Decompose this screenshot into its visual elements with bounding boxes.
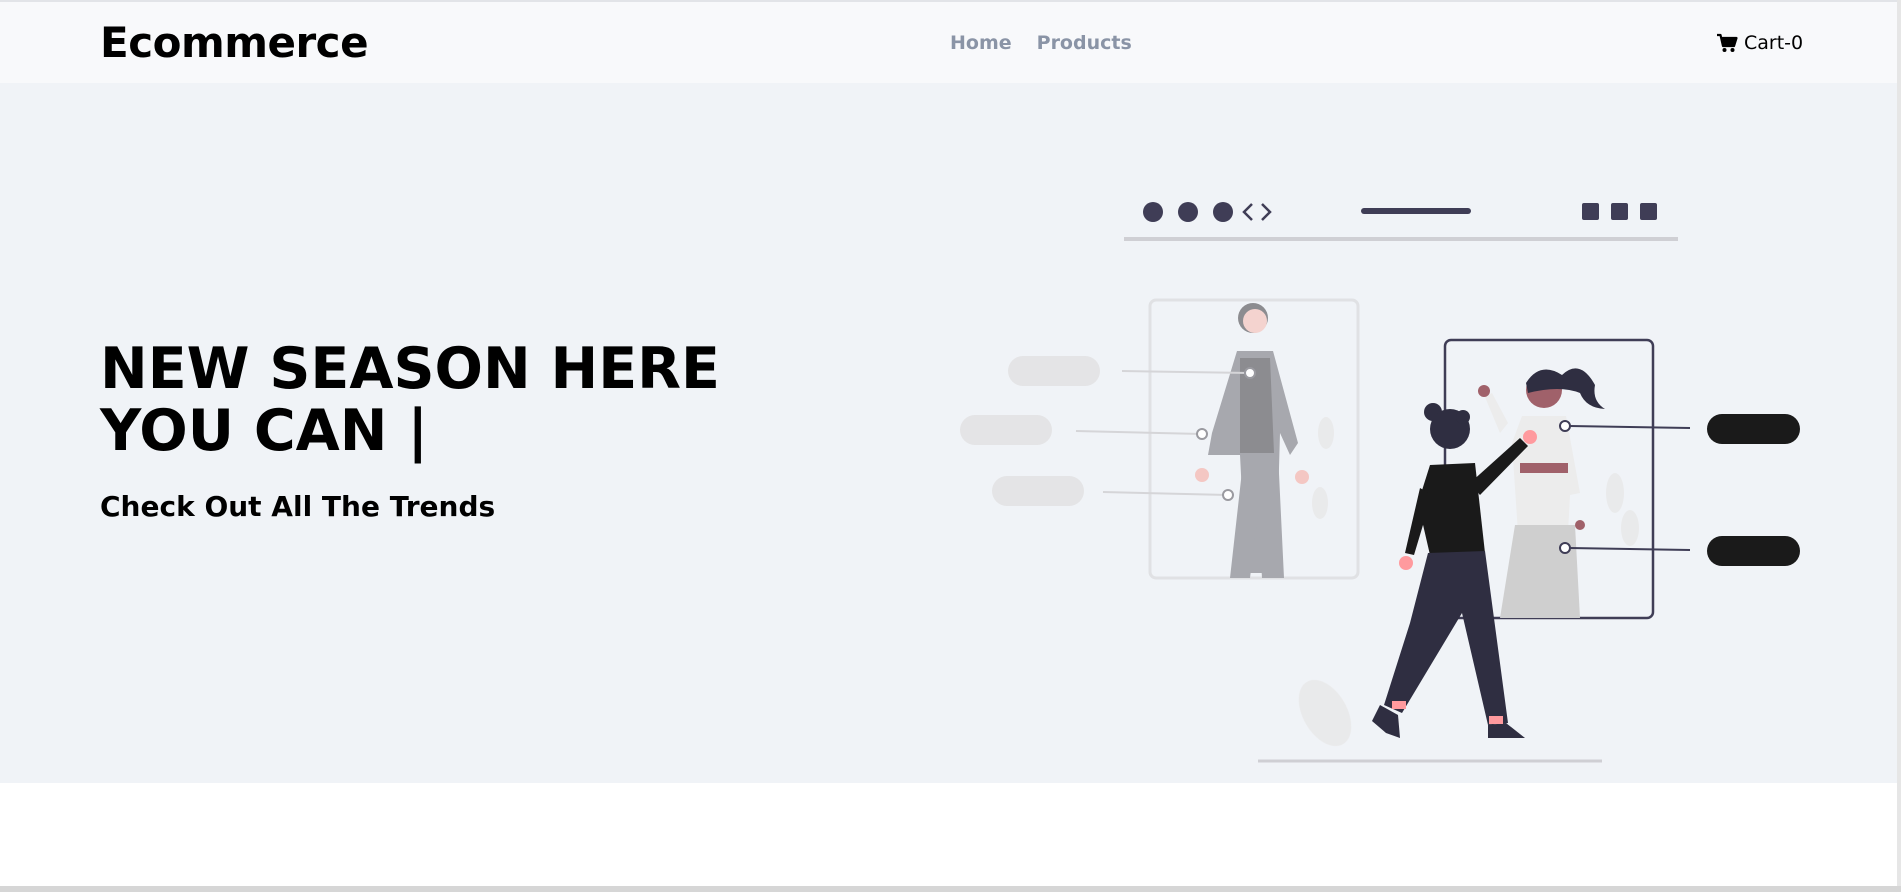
hero-subtitle: Check Out All The Trends xyxy=(100,490,496,523)
right-outfit-frame xyxy=(1443,338,1800,620)
horizontal-scrollbar[interactable] xyxy=(0,886,1901,892)
navbar: Ecommerce Home Products Cart-0 xyxy=(0,0,1901,83)
hero-section: NEW SEASON HERE YOU CAN | Check Out All … xyxy=(0,83,1901,783)
left-outfit-frame xyxy=(960,298,1360,580)
cart-label: Cart-0 xyxy=(1744,32,1804,54)
nav-link-products[interactable]: Products xyxy=(1037,32,1132,54)
hero-title: NEW SEASON HERE YOU CAN | xyxy=(100,336,720,464)
browser-bar xyxy=(1124,202,1678,241)
scrollbar-track xyxy=(1897,0,1901,886)
nav-link-home[interactable]: Home xyxy=(950,32,1012,54)
nav-links: Home Products xyxy=(950,32,1132,54)
cart-button[interactable]: Cart-0 xyxy=(1716,32,1803,54)
brand-logo[interactable]: Ecommerce xyxy=(100,18,369,67)
page: Ecommerce Home Products Cart-0 NEW SEASO… xyxy=(0,0,1901,892)
woman-choosing-outfits-illustration xyxy=(960,202,1800,763)
cart-icon xyxy=(1716,33,1738,53)
